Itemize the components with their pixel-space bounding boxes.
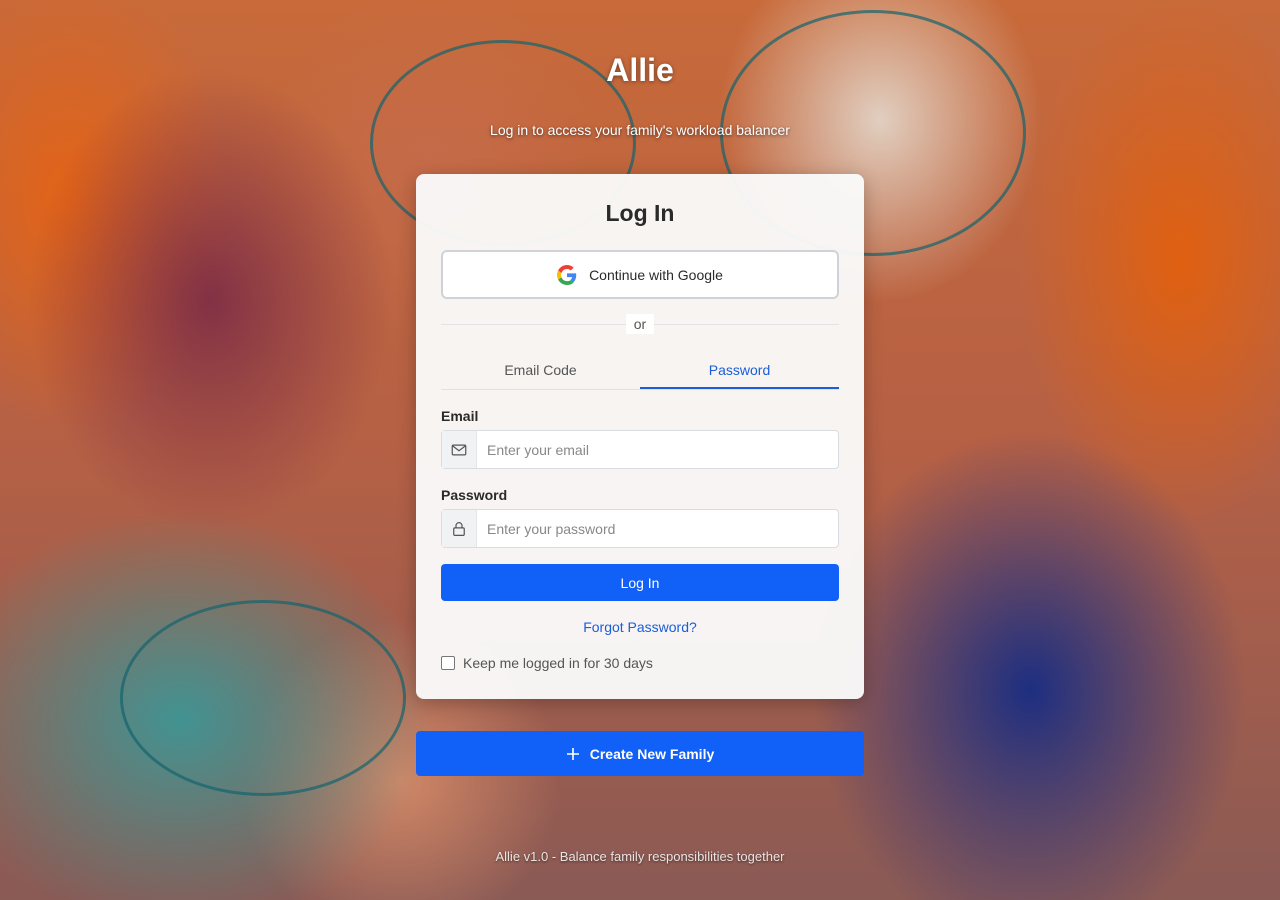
remember-me: Keep me logged in for 30 days [441,655,653,671]
divider-text: or [626,314,654,334]
password-input-group [441,509,839,548]
create-family-label: Create New Family [589,745,715,762]
tab-password[interactable]: Password [640,352,839,389]
email-label: Email [441,408,479,424]
forgot-password-link[interactable]: Forgot Password? [416,619,864,635]
password-label: Password [441,487,508,503]
google-button-label: Continue with Google [589,266,723,283]
password-input[interactable] [477,510,838,547]
app-subtitle: Log in to access your family's workload … [490,122,790,138]
create-family-button[interactable]: Create New Family [416,731,864,776]
brush-stroke [120,600,406,796]
mail-icon [442,431,477,468]
lock-icon [442,510,477,547]
plus-icon [566,747,579,760]
email-input-group [441,430,839,469]
app-title: Allie [606,52,674,88]
remember-checkbox[interactable] [441,656,455,670]
email-input[interactable] [477,431,838,468]
google-login-button[interactable]: Continue with Google [441,250,839,299]
login-method-tabs: Email Code Password [441,352,839,390]
card-title: Log In [605,200,675,226]
tab-email-code[interactable]: Email Code [441,352,640,389]
login-button[interactable]: Log In [441,564,839,601]
remember-label: Keep me logged in for 30 days [463,655,653,671]
google-icon [557,264,577,285]
login-card: Log In Continue with Google or Email Cod… [416,174,864,699]
footer-text: Allie v1.0 - Balance family responsibili… [495,849,785,864]
